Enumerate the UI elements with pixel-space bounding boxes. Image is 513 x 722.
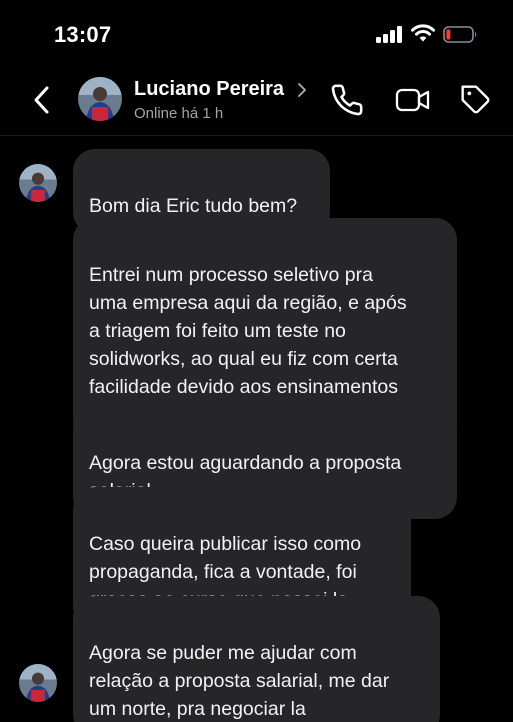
status-bar: 13:07 bbox=[0, 0, 513, 64]
message-text: Bom dia Eric tudo bem? bbox=[89, 195, 298, 217]
wifi-icon bbox=[411, 24, 435, 42]
message-text: Agora se puder me ajudar com relação a p… bbox=[89, 642, 390, 720]
tag-icon bbox=[461, 85, 490, 114]
phone-icon bbox=[331, 84, 363, 116]
chevron-right-icon[interactable] bbox=[296, 82, 308, 98]
signal-icon bbox=[376, 26, 402, 43]
contact-avatar[interactable] bbox=[78, 77, 122, 121]
status-time: 13:07 bbox=[54, 22, 112, 47]
message-bubble[interactable]: Agora se puder me ajudar com relação a p… bbox=[73, 596, 440, 722]
video-camera-icon bbox=[395, 88, 430, 112]
sender-avatar[interactable] bbox=[19, 164, 57, 202]
chevron-left-icon bbox=[34, 86, 49, 114]
sender-avatar[interactable] bbox=[19, 664, 57, 702]
contact-status: Online há 1 h bbox=[134, 105, 224, 122]
tag-button[interactable] bbox=[456, 80, 496, 120]
call-button[interactable] bbox=[327, 80, 367, 120]
message-text: Entrei num processo seletivo pra uma emp… bbox=[89, 264, 407, 426]
back-button[interactable] bbox=[24, 81, 58, 119]
chat-header: Luciano Pereira Online há 1 h bbox=[0, 64, 513, 136]
video-call-button[interactable] bbox=[393, 80, 433, 120]
contact-name[interactable]: Luciano Pereira bbox=[134, 78, 284, 101]
battery-low-icon bbox=[443, 26, 477, 43]
